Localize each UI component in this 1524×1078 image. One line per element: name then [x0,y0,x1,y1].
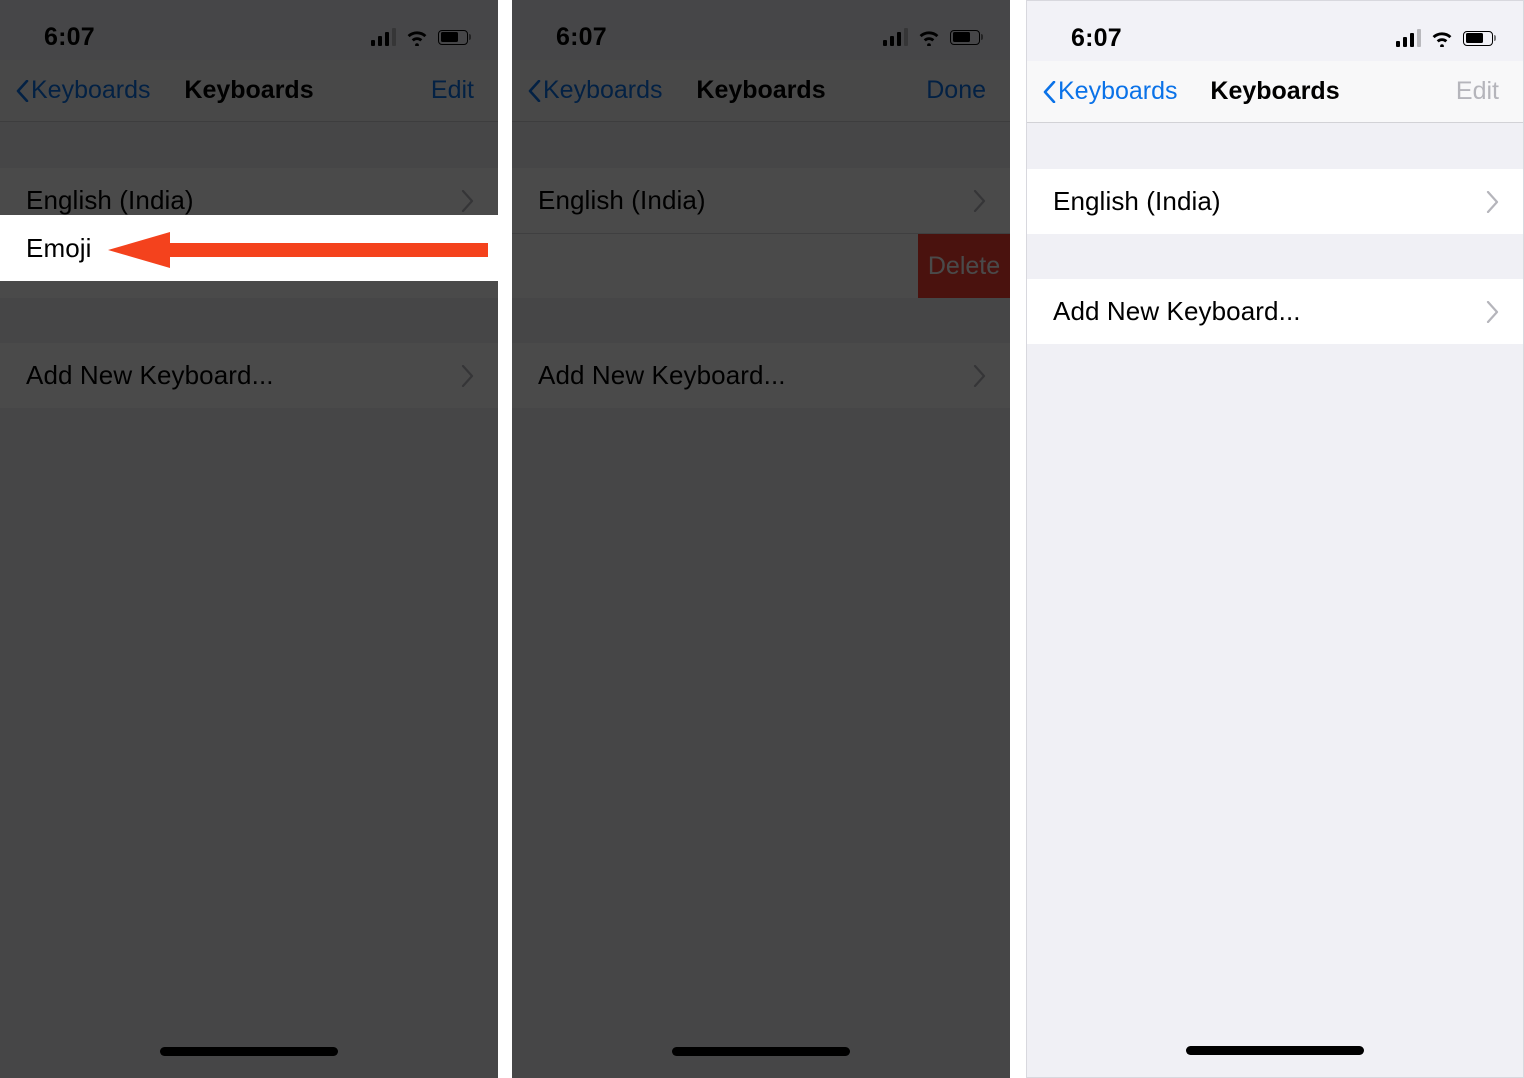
nav-bar-1: Keyboards Keyboards Edit [0,60,498,122]
nav-bar-2: Keyboards Keyboards Done [512,60,1010,122]
chevron-right-icon [1486,190,1499,213]
add-keyboard-group: Add New Keyboard... [0,343,498,408]
keyboards-list-3: English (India) Add New Keyboard... [1027,123,1523,1077]
cellular-signal-icon [1395,29,1421,47]
status-time: 6:07 [44,22,95,51]
chevron-left-icon [528,79,541,102]
status-time: 6:07 [1071,23,1122,52]
list-item-english-india[interactable]: English (India) [512,168,1010,233]
list-item-emoji-highlighted[interactable]: Emoji [0,215,498,281]
list-item-label: English (India) [1053,186,1221,216]
status-bar-2: 6:07 [512,0,1010,60]
emoji-row-spotlight[interactable]: Emoji [0,215,498,281]
status-time: 6:07 [556,22,607,51]
phone-panel-1: 6:07 Keyboards Keyboards Edit English (I… [0,0,498,1078]
list-mid-spacer [1027,234,1523,279]
wifi-icon [919,31,939,46]
edit-button[interactable]: Edit [431,76,474,105]
status-bar-1: 6:07 [0,0,498,60]
list-mid-spacer [512,298,1010,343]
back-button[interactable]: Keyboards [528,76,663,105]
chevron-right-icon [461,189,474,212]
keyboards-group: English (India) Delete [512,168,1010,298]
cellular-signal-icon [882,28,908,46]
list-top-spacer [0,122,498,168]
list-item-label: English (India) [538,185,706,215]
delete-button[interactable]: Delete [918,234,1010,298]
phone-panel-3: 6:07 Keyboards Keyboards Edit English (I… [1026,0,1524,1078]
chevron-left-icon [16,79,29,102]
list-item-add-new-keyboard[interactable]: Add New Keyboard... [1027,279,1523,344]
list-top-spacer [1027,123,1523,169]
status-icons [370,28,468,46]
back-button-label: Keyboards [543,76,663,104]
add-keyboard-group: Add New Keyboard... [1027,279,1523,344]
home-indicator [1186,1046,1364,1055]
wifi-icon [407,31,427,46]
wifi-icon [1432,32,1452,47]
list-item-emoji-swiped[interactable]: Delete [512,233,1010,298]
status-icons [1395,29,1493,47]
chevron-right-icon [461,364,474,387]
home-indicator [672,1047,850,1056]
back-button-label: Keyboards [31,76,151,104]
list-item-add-new-keyboard[interactable]: Add New Keyboard... [0,343,498,408]
list-item-label: Add New Keyboard... [538,360,786,390]
back-button[interactable]: Keyboards [1043,77,1178,106]
done-button[interactable]: Done [926,76,986,105]
home-indicator [160,1047,338,1056]
back-button-label: Keyboards [1058,77,1178,105]
back-button[interactable]: Keyboards [16,76,151,105]
battery-icon [438,29,468,45]
list-item-english-india[interactable]: English (India) [1027,169,1523,234]
chevron-left-icon [1043,80,1056,103]
list-top-spacer [512,122,1010,168]
list-item-label: Add New Keyboard... [26,360,274,390]
keyboards-group: English (India) [1027,169,1523,234]
cellular-signal-icon [370,28,396,46]
battery-icon [950,29,980,45]
list-item-label: English (India) [26,185,194,215]
chevron-right-icon [973,364,986,387]
status-bar-3: 6:07 [1027,1,1523,61]
list-item-label: Emoji [26,232,92,263]
list-item-add-new-keyboard[interactable]: Add New Keyboard... [512,343,1010,408]
edit-button[interactable]: Edit [1456,77,1499,106]
keyboards-list-2: English (India) Delete Add New Keyboard.… [512,122,1010,1078]
status-icons [882,28,980,46]
list-mid-spacer [0,298,498,343]
list-item-label: Add New Keyboard... [1053,296,1301,326]
add-keyboard-group: Add New Keyboard... [512,343,1010,408]
battery-icon [1463,30,1493,46]
nav-bar-3: Keyboards Keyboards Edit [1027,61,1523,123]
chevron-right-icon [1486,300,1499,323]
three-panel-tutorial-board: 6:07 Keyboards Keyboards Edit English (I… [0,0,1524,1078]
chevron-right-icon [973,189,986,212]
phone-panel-2: 6:07 Keyboards Keyboards Done English (I… [512,0,1010,1078]
